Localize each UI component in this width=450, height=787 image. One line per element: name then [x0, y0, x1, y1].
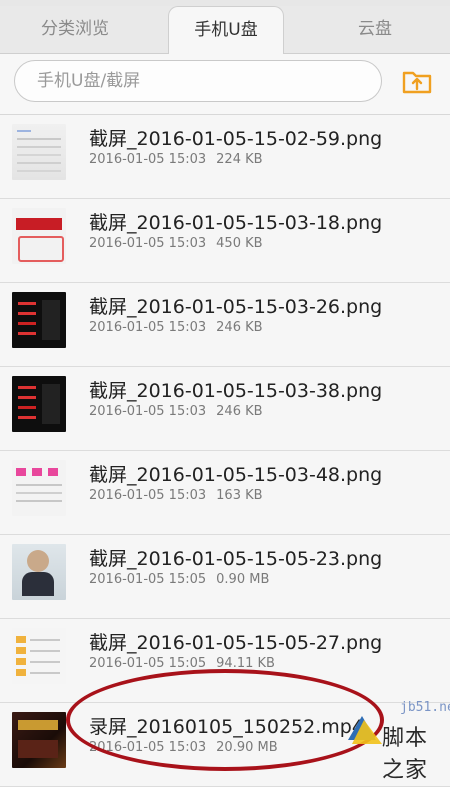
file-row[interactable]: 截屏_2016-01-05-15-03-26.png 2016-01-05 15… [0, 283, 450, 367]
folder-upload-icon[interactable] [402, 68, 432, 94]
file-name: 截屏_2016-01-05-15-03-18.png [89, 212, 383, 234]
file-meta: 2016-01-05 15:03 20.90 MB [89, 740, 278, 755]
file-meta: 2016-01-05 15:03 246 KB [89, 404, 263, 419]
file-meta: 2016-01-05 15:03 163 KB [89, 488, 263, 503]
watermark-text: 脚本之家 [382, 726, 429, 783]
file-date: 2016-01-05 15:03 [89, 488, 207, 503]
tab-cloud[interactable]: 云盘 [300, 6, 450, 53]
watermark-logo-icon [344, 710, 386, 750]
watermark-url: jb51.net [400, 700, 450, 715]
file-date: 2016-01-05 15:03 [89, 152, 207, 167]
search-input[interactable]: 手机U盘/截屏 [14, 60, 382, 102]
file-size: 94.11 KB [216, 656, 275, 671]
file-name: 截屏_2016-01-05-15-03-38.png [89, 380, 383, 402]
file-size: 163 KB [216, 488, 263, 503]
file-name: 截屏_2016-01-05-15-03-26.png [89, 296, 383, 318]
search-row: 手机U盘/截屏 [0, 54, 450, 115]
file-name: 截屏_2016-01-05-15-03-48.png [89, 464, 383, 486]
file-date: 2016-01-05 15:03 [89, 404, 207, 419]
file-name: 截屏_2016-01-05-15-02-59.png [89, 128, 383, 150]
file-list: 截屏_2016-01-05-15-02-59.png 2016-01-05 15… [0, 115, 450, 787]
file-name: 录屏_20160105_150252.mp4 [89, 716, 364, 738]
file-thumbnail [12, 544, 66, 600]
file-meta: 2016-01-05 15:03 450 KB [89, 236, 263, 251]
file-date: 2016-01-05 15:05 [89, 656, 207, 671]
file-row[interactable]: 截屏_2016-01-05-15-03-18.png 2016-01-05 15… [0, 199, 450, 283]
tab-phone-storage[interactable]: 手机U盘 [168, 6, 284, 55]
file-size: 224 KB [216, 152, 263, 167]
file-size: 20.90 MB [216, 740, 278, 755]
watermark: jb51.net 脚本之家 [338, 690, 450, 783]
file-meta: 2016-01-05 15:03 246 KB [89, 320, 263, 335]
file-date: 2016-01-05 15:03 [89, 236, 207, 251]
file-date: 2016-01-05 15:03 [89, 320, 207, 335]
file-size: 246 KB [216, 404, 263, 419]
file-row[interactable]: 截屏_2016-01-05-15-05-23.png 2016-01-05 15… [0, 535, 450, 619]
tab-bar: 分类浏览 手机U盘 云盘 [0, 6, 450, 55]
file-row[interactable]: 截屏_2016-01-05-15-03-48.png 2016-01-05 15… [0, 451, 450, 535]
file-meta: 2016-01-05 15:05 94.11 KB [89, 656, 275, 671]
file-size: 0.90 MB [216, 572, 270, 587]
file-meta: 2016-01-05 15:05 0.90 MB [89, 572, 269, 587]
file-meta: 2016-01-05 15:03 224 KB [89, 152, 263, 167]
file-size: 450 KB [216, 236, 263, 251]
file-thumbnail [12, 208, 66, 264]
file-size: 246 KB [216, 320, 263, 335]
file-date: 2016-01-05 15:05 [89, 572, 207, 587]
file-name: 截屏_2016-01-05-15-05-23.png [89, 548, 383, 570]
file-date: 2016-01-05 15:03 [89, 740, 207, 755]
file-row[interactable]: 截屏_2016-01-05-15-03-38.png 2016-01-05 15… [0, 367, 450, 451]
file-thumbnail [12, 376, 66, 432]
tab-categories[interactable]: 分类浏览 [0, 6, 150, 53]
file-thumbnail [12, 124, 66, 180]
file-thumbnail [12, 628, 66, 684]
file-name: 截屏_2016-01-05-15-05-27.png [89, 632, 383, 654]
file-thumbnail [12, 460, 66, 516]
file-thumbnail [12, 292, 66, 348]
video-thumbnail [12, 712, 66, 768]
file-row[interactable]: 截屏_2016-01-05-15-02-59.png 2016-01-05 15… [0, 115, 450, 199]
